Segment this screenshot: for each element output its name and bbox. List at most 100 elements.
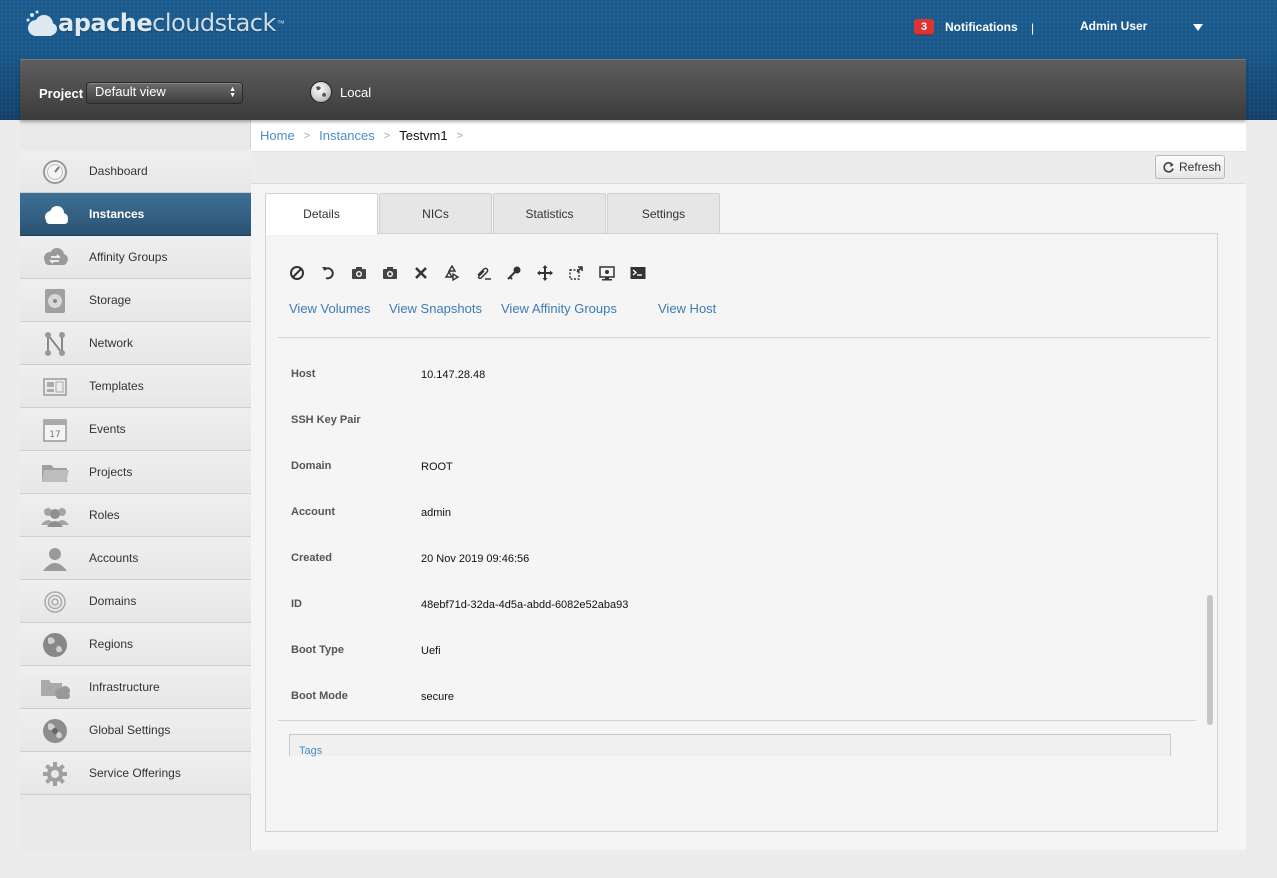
- reinstall-icon[interactable]: [443, 264, 461, 282]
- sidebar-item-accounts[interactable]: Accounts: [20, 537, 251, 580]
- globe-icon: [40, 632, 70, 658]
- sidebar-item-label: Domains: [89, 594, 137, 608]
- toolbar: Refresh: [251, 152, 1246, 184]
- user-icon: [40, 546, 70, 572]
- detail-value: admin: [421, 507, 451, 519]
- breadcrumb-separator: >: [456, 129, 464, 142]
- detail-value: 10.147.28.48: [421, 369, 486, 381]
- tab-details[interactable]: Details: [265, 193, 378, 235]
- sidebar-item-projects[interactable]: Projects: [20, 451, 251, 494]
- user-menu[interactable]: Admin User: [1080, 19, 1147, 33]
- detail-label: Created: [291, 552, 332, 564]
- sidebar-item-roles[interactable]: Roles: [20, 494, 251, 537]
- project-select-value: Default view: [95, 84, 166, 99]
- calendar-day: 17: [49, 430, 60, 440]
- detail-label: Domain: [291, 460, 332, 472]
- select-arrows-icon: ▲ ▼: [229, 86, 236, 99]
- calendar-icon: 17: [40, 417, 70, 443]
- breadcrumb-instances[interactable]: Instances: [319, 128, 375, 143]
- refresh-button[interactable]: Refresh: [1155, 155, 1225, 179]
- sidebar-item-label: Global Settings: [89, 723, 171, 737]
- scrollbar-thumb[interactable]: [1207, 595, 1213, 725]
- sidebar-item-regions[interactable]: Regions: [20, 623, 251, 666]
- notifications-button[interactable]: 3 Notifications: [914, 19, 1018, 35]
- divider: [278, 720, 1196, 721]
- destroy-icon[interactable]: [412, 264, 430, 282]
- sidebar-item-events[interactable]: 17 Events: [20, 408, 251, 451]
- view-host-link[interactable]: View Host: [658, 301, 716, 316]
- details-list: Host 10.147.28.48 SSH Key Pair Domain RO…: [278, 351, 1198, 721]
- folder-icon: [40, 460, 70, 486]
- logo-text: apachecloudstack: [58, 9, 276, 37]
- refresh-icon: [1162, 161, 1175, 174]
- sidebar-item-label: Storage: [89, 293, 132, 307]
- sidebar-item-infrastructure[interactable]: Infrastructure: [20, 666, 251, 709]
- detail-row-created: Created 20 Nov 2019 09:46:56: [278, 535, 1198, 581]
- globe-icon: [310, 81, 332, 103]
- sidebar-item-global-settings[interactable]: Global Settings: [20, 709, 251, 752]
- project-select[interactable]: Default view ▲ ▼: [86, 82, 243, 104]
- detail-value: 20 Nov 2019 09:46:56: [421, 553, 530, 565]
- refresh-label: Refresh: [1179, 160, 1222, 174]
- logo-trademark: ™: [276, 18, 285, 28]
- detail-tabs: Details NICs Statistics Settings: [265, 193, 721, 235]
- sidebar-item-instances[interactable]: Instances: [20, 193, 251, 236]
- sidebar-item-label: Regions: [89, 637, 134, 651]
- project-label: Project: [39, 86, 84, 101]
- roles-icon: [40, 503, 70, 529]
- tab-nics[interactable]: NICs: [379, 193, 492, 234]
- detail-row-domain: Domain ROOT: [278, 443, 1198, 489]
- cloudstack-logo[interactable]: apachecloudstack ™: [24, 6, 285, 40]
- view-volumes-link[interactable]: View Volumes: [289, 301, 370, 316]
- sidebar-item-storage[interactable]: Storage: [20, 279, 251, 322]
- cloud-icon: [40, 202, 70, 228]
- sidebar-item-label: Network: [89, 336, 134, 350]
- tab-statistics[interactable]: Statistics: [493, 193, 606, 234]
- sidebar-item-affinity-groups[interactable]: Affinity Groups: [20, 236, 251, 279]
- sidebar-item-label: Affinity Groups: [89, 250, 168, 264]
- detail-row-account: Account admin: [278, 489, 1198, 535]
- stop-icon[interactable]: [288, 264, 306, 282]
- cloudstack-logo-icon: [24, 8, 58, 38]
- detail-label: Boot Type: [291, 644, 344, 656]
- gear-icon: [40, 761, 70, 787]
- action-icons: [288, 264, 660, 282]
- migrate-icon[interactable]: [536, 264, 554, 282]
- breadcrumb-separator: >: [383, 129, 391, 142]
- sidebar-item-domains[interactable]: Domains: [20, 580, 251, 623]
- terminal-icon[interactable]: [629, 264, 647, 282]
- zone-label: Local: [340, 84, 372, 100]
- sidebar-item-label: Accounts: [89, 551, 139, 565]
- sidebar-item-label: Roles: [89, 508, 120, 522]
- tab-settings[interactable]: Settings: [607, 193, 720, 234]
- sidebar-item-network[interactable]: Network: [20, 322, 251, 365]
- zone-selector[interactable]: Local: [310, 81, 371, 103]
- reboot-icon[interactable]: [319, 264, 337, 282]
- notifications-label: Notifications: [945, 20, 1018, 34]
- header-separator: |: [1031, 21, 1035, 35]
- reset-password-icon[interactable]: [505, 264, 523, 282]
- breadcrumb-home[interactable]: Home: [260, 128, 295, 143]
- user-menu-caret-icon[interactable]: [1193, 24, 1203, 31]
- sidebar-item-dashboard[interactable]: Dashboard: [20, 150, 251, 193]
- breadcrumb-current: Testvm1: [399, 128, 448, 143]
- sidebar-nav: Dashboard Instances Affinity Groups Stor…: [20, 150, 251, 795]
- tags-section: Tags: [289, 734, 1171, 757]
- detail-label: ID: [291, 598, 302, 610]
- view-affinity-groups-link[interactable]: View Affinity Groups: [501, 301, 617, 316]
- divider: [278, 337, 1210, 338]
- sidebar-item-service-offerings[interactable]: Service Offerings: [20, 752, 251, 795]
- scale-icon[interactable]: [567, 264, 585, 282]
- console-icon[interactable]: [598, 264, 616, 282]
- detail-value: 48ebf71d-32da-4d5a-abdd-6082e52aba93: [421, 599, 629, 611]
- sidebar-item-label: Events: [89, 422, 126, 436]
- detail-row-boot-mode: Boot Mode secure: [278, 673, 1198, 719]
- detail-label: SSH Key Pair: [291, 414, 361, 426]
- attach-iso-icon[interactable]: [474, 264, 492, 282]
- vm-snapshot-icon[interactable]: [381, 264, 399, 282]
- sidebar-item-label: Projects: [89, 465, 133, 479]
- sidebar-item-templates[interactable]: Templates: [20, 365, 251, 408]
- project-bar: Project Default view ▲ ▼ Local: [20, 59, 1246, 120]
- view-snapshots-link[interactable]: View Snapshots: [389, 301, 482, 316]
- snapshot-icon[interactable]: [350, 264, 368, 282]
